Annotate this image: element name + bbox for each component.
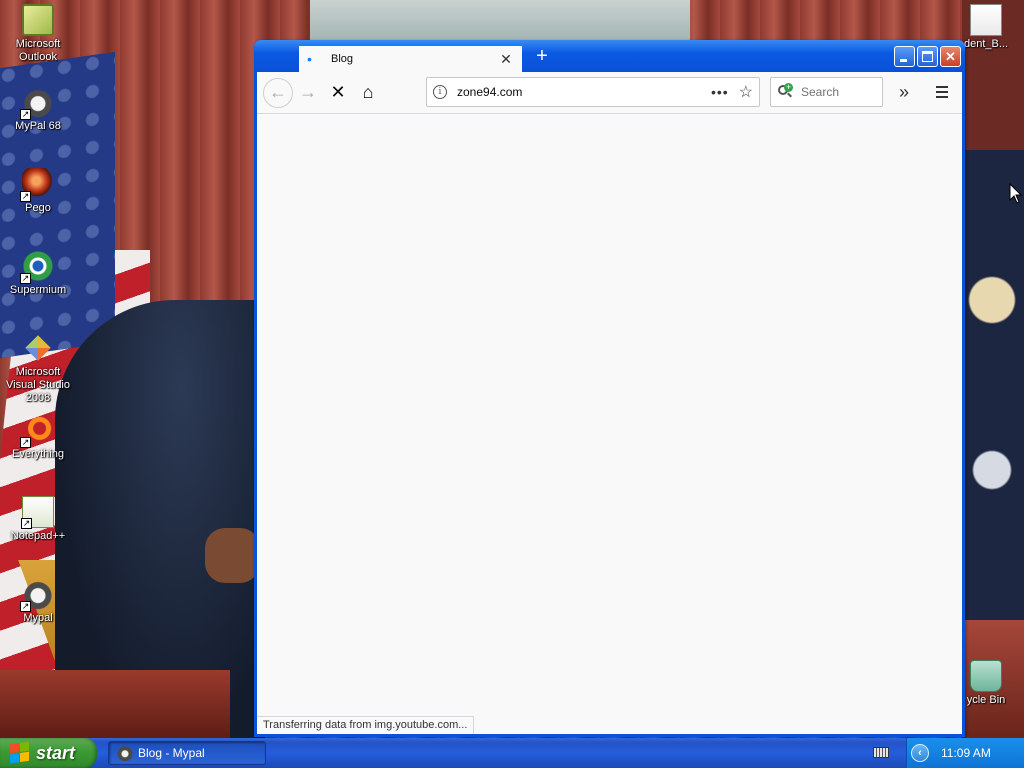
shortcut-arrow-icon: ↗ [20,601,31,612]
desktop-icon-label: Notepad++ [10,530,66,542]
desktop-icon-pego[interactable]: ↗ Pego [0,168,76,215]
desktop-icon-everything[interactable]: ↗ Everything [0,414,76,461]
search-bar[interactable]: + Search [770,77,883,107]
everything-icon: ↗ [20,414,54,448]
shortcut-arrow-icon: ↗ [20,109,31,120]
site-info-icon[interactable]: i [433,85,447,99]
notepad-plus-plus-icon: ↗ [21,496,54,529]
new-tab-button[interactable]: + [530,46,554,68]
show-hidden-icons-icon[interactable]: ‹ [911,744,929,762]
tab-close-icon[interactable]: ✕ [498,51,514,67]
hamburger-menu-icon[interactable] [930,80,954,104]
shortcut-arrow-icon: ↗ [20,273,31,284]
status-bar: Transferring data from img.youtube.com..… [257,716,475,734]
home-icon: ⌂ [362,82,374,102]
mypal-raccoon-icon: ↗ [20,86,54,120]
taskbar-item-label: Blog - Mypal [138,746,205,760]
desktop-icon-notepad-plus-plus[interactable]: ↗ Notepad++ [0,496,76,543]
maximize-button[interactable] [917,46,938,67]
mypal-raccoon-icon: ↗ [20,578,54,612]
search-input[interactable]: Search [801,85,839,99]
url-bar[interactable]: i zone94.com ••• ☆ [426,77,760,107]
navigation-toolbar: ← → ✕ ⌂ i zone94.com ••• ☆ + Search » [257,72,962,114]
shortcut-arrow-icon: ↗ [20,437,31,448]
shortcut-arrow-icon: ↗ [20,191,31,202]
search-icon: + [777,83,793,100]
desktop-icon-outlook[interactable]: Microsoft Outlook [0,4,76,64]
forward-button[interactable]: → [293,78,323,108]
desktop-icon-label: Mypal [23,612,53,624]
desktop-icon-label: Microsoft Visual Studio 2008 [5,366,70,404]
minimize-button[interactable] [894,46,915,67]
page-actions-icon[interactable]: ••• [711,84,729,100]
desktop-icon-label: Supermium [9,284,67,296]
desktop-icon-mypal68[interactable]: ↗ MyPal 68 [0,86,76,133]
stop-icon: ✕ [330,82,346,102]
mypal-raccoon-icon [117,745,133,761]
desktop-icon-label: Microsoft Outlook [15,38,61,63]
maximize-icon [922,51,933,62]
wallpaper-desk [0,670,230,738]
desktop-icon-label: ycle Bin [966,694,1006,706]
loading-spinner-icon: • [307,51,312,67]
system-tray: ‹ 11:09 AM [873,738,1024,768]
windows-logo-icon [10,741,30,765]
desktop-icon-label: MyPal 68 [15,120,61,132]
browser-window: • Blog ✕ + ✕ ← → ✕ ⌂ i zone94.com ••• ☆ [254,40,965,737]
close-window-button[interactable]: ✕ [940,46,961,67]
home-button[interactable]: ⌂ [353,78,383,108]
file-icon [970,4,1002,36]
wallpaper-window-light [310,0,690,45]
back-arrow-icon: ← [269,82,287,102]
supermium-icon: ↗ [20,250,54,284]
keyboard-icon[interactable] [873,747,889,758]
pego-icon: ↗ [20,168,54,202]
window-controls: ✕ [894,46,961,67]
bookmark-star-icon[interactable]: ☆ [739,82,753,102]
tab-blog[interactable]: • Blog ✕ [299,44,522,72]
forward-arrow-icon: → [299,82,317,102]
start-label: start [36,742,76,763]
desktop-icon-label: Everything [12,448,64,460]
desktop-icon-label: Pego [25,202,51,214]
desktop-icon-mypal[interactable]: ↗ Mypal [0,578,76,625]
back-button[interactable]: ← [263,77,293,108]
window-titlebar[interactable]: • Blog ✕ + ✕ [254,40,965,72]
tab-title: Blog [331,53,354,65]
overflow-menu-icon[interactable]: » [892,80,916,104]
outlook-icon [22,4,54,36]
taskbar-item-blog[interactable]: Blog - Mypal [108,741,266,765]
stop-button[interactable]: ✕ [323,78,353,108]
taskbar: start Blog - Mypal ‹ 11:09 AM [0,738,1024,768]
start-button[interactable]: start [0,738,97,768]
desktop-icon-visual-studio[interactable]: Microsoft Visual Studio 2008 [0,332,76,405]
desktop-icon-supermium[interactable]: ↗ Supermium [0,250,76,297]
recycle-bin-icon [970,660,1002,692]
shortcut-arrow-icon: ↗ [21,518,32,529]
close-icon: ✕ [945,49,956,64]
clock[interactable]: 11:09 AM [941,746,991,760]
visual-studio-icon [25,335,51,361]
mouse-cursor-icon [1009,183,1023,204]
page-content[interactable]: Transferring data from img.youtube.com..… [257,114,962,734]
minimize-icon [900,59,907,62]
desktop-icon-label: dent_B... [963,38,1009,50]
url-input[interactable]: zone94.com [457,85,711,99]
